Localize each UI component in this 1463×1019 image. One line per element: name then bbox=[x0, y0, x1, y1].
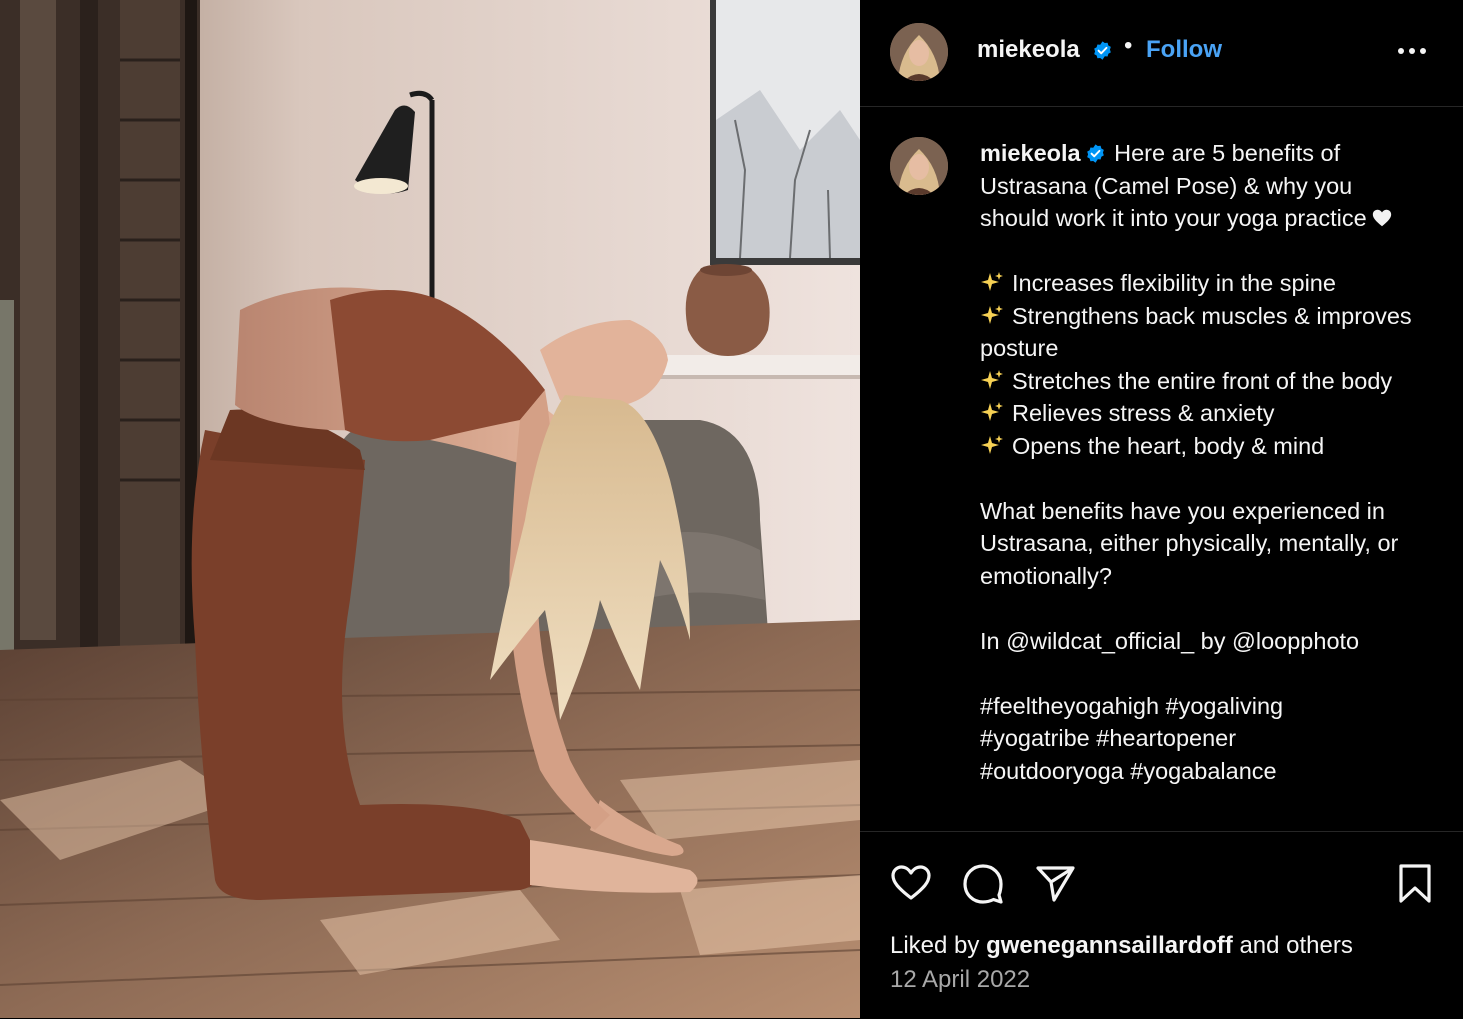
heart-outline-icon[interactable] bbox=[888, 860, 934, 906]
post-photo[interactable] bbox=[0, 0, 860, 1018]
benefit-text: Stretches the entire front of the body bbox=[1012, 367, 1393, 394]
caption-author-avatar[interactable] bbox=[890, 137, 948, 195]
benefit-item: Relieves stress & anxiety bbox=[980, 397, 1420, 430]
benefit-item: Increases flexibility in the spine bbox=[980, 267, 1420, 300]
white-heart-emoji-icon bbox=[1372, 209, 1391, 227]
caption-question: What benefits have you experienced in Us… bbox=[980, 497, 1399, 589]
yoga-photo-illustration bbox=[0, 0, 860, 1018]
author-avatar[interactable] bbox=[890, 23, 948, 81]
sparkles-emoji-icon bbox=[981, 369, 1003, 389]
likes-user[interactable]: gwenegannsaillardoff bbox=[986, 932, 1233, 959]
caption-intro-paragraph: miekeola Here are 5 benefits of Ustrasan… bbox=[980, 137, 1420, 235]
hashtags-line[interactable]: #outdooryoga #yogabalance bbox=[980, 755, 1420, 788]
benefit-item: Stretches the entire front of the body bbox=[980, 365, 1420, 398]
more-options-icon[interactable] bbox=[1396, 36, 1428, 66]
post-header: miekeola • Follow bbox=[860, 0, 1463, 107]
benefit-item: Opens the heart, body & mind bbox=[980, 430, 1420, 463]
benefit-text: Relieves stress & anxiety bbox=[1012, 400, 1275, 426]
caption-scroll-area[interactable]: miekeola Here are 5 benefits of Ustrasan… bbox=[860, 107, 1463, 831]
hashtags-line[interactable]: #feeltheyogahigh #yogaliving bbox=[980, 690, 1420, 723]
post-caption: miekeola Here are 5 benefits of Ustrasan… bbox=[980, 137, 1420, 787]
sparkles-emoji-icon bbox=[981, 272, 1003, 291]
likes-prefix: Liked by bbox=[890, 932, 980, 959]
post-side-panel: miekeola • Follow miekeola Here are 5 be… bbox=[860, 0, 1463, 1018]
post-date[interactable]: 12 April 2022 bbox=[890, 966, 1030, 994]
hashtags-line[interactable]: #yogatribe #heartopener bbox=[980, 722, 1420, 755]
author-username[interactable]: miekeola bbox=[977, 36, 1080, 64]
follow-button[interactable]: Follow bbox=[1146, 36, 1222, 64]
instagram-post-view: miekeola • Follow miekeola Here are 5 be… bbox=[0, 0, 1463, 1018]
post-footer: Liked by gwenegannsaillardoff and others… bbox=[860, 831, 1463, 1019]
benefit-text: Increases flexibility in the spine bbox=[1012, 270, 1336, 296]
caption-username[interactable]: miekeola bbox=[980, 140, 1081, 166]
verified-badge-icon bbox=[1086, 144, 1104, 163]
benefit-item: Strengthens back muscles & improves post… bbox=[980, 300, 1420, 365]
sparkles-emoji-icon bbox=[981, 304, 1003, 324]
bookmark-icon[interactable] bbox=[1392, 860, 1438, 906]
separator-dot: • bbox=[1124, 32, 1133, 59]
sparkles-emoji-icon bbox=[981, 402, 1003, 421]
likes-summary[interactable]: Liked by gwenegannsaillardoff and others bbox=[890, 932, 1353, 960]
verified-badge-icon bbox=[1094, 41, 1111, 60]
comment-bubble-icon[interactable] bbox=[960, 860, 1006, 906]
paper-plane-icon[interactable] bbox=[1032, 860, 1078, 906]
benefit-text: Strengthens back muscles & improves post… bbox=[980, 302, 1412, 362]
likes-suffix[interactable]: and others bbox=[1239, 932, 1352, 959]
caption-credit: In @wildcat_official_ by @loopphoto bbox=[980, 627, 1360, 654]
sparkles-emoji-icon bbox=[981, 434, 1003, 454]
benefit-text: Opens the heart, body & mind bbox=[1012, 432, 1325, 459]
